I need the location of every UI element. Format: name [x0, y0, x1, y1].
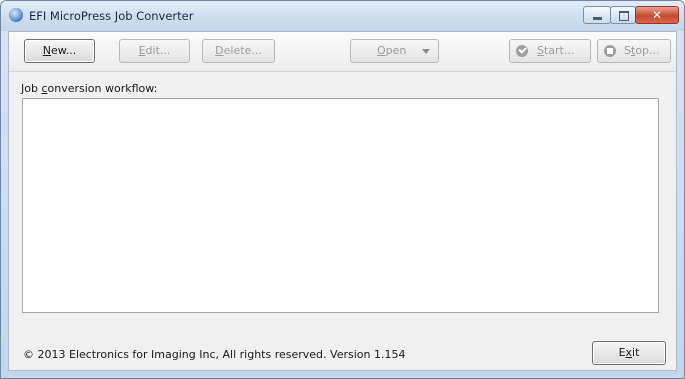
delete-label: elete... — [223, 44, 262, 57]
exit-label-start: E — [618, 346, 626, 359]
new-label: ew... — [50, 44, 77, 57]
delete-label-mnemonic: D — [215, 44, 224, 57]
open-label: pen — [385, 44, 407, 57]
stop-label: op... — [635, 44, 660, 57]
workflow-label-start: Job — [21, 82, 42, 95]
minimize-icon — [593, 17, 602, 20]
workflow-label: Job conversion workflow: — [21, 82, 157, 95]
edit-label: dit... — [145, 44, 171, 57]
edit-button[interactable]: Edit... — [119, 39, 190, 63]
maximize-icon — [619, 11, 629, 21]
new-label-mnemonic: N — [42, 44, 51, 57]
edit-label-mnemonic: E — [138, 44, 146, 57]
exit-label: it — [632, 346, 640, 359]
start-label-mnemonic: S — [537, 44, 544, 57]
open-dropdown-button[interactable]: Open — [350, 39, 439, 63]
app-globe-icon — [9, 8, 23, 22]
start-label: tart... — [543, 44, 575, 57]
stop-label-start: S — [624, 44, 631, 57]
delete-button[interactable]: Delete... — [202, 39, 275, 63]
title-bar[interactable]: EFI MicroPress Job Converter ✕ — [1, 1, 684, 31]
new-button[interactable]: New... — [24, 39, 95, 63]
minimize-button[interactable] — [583, 6, 611, 24]
chevron-down-icon — [422, 49, 430, 54]
close-button[interactable]: ✕ — [635, 6, 679, 24]
toolbar: New... Edit... Delete... Open Start... S… — [9, 32, 676, 72]
app-window: EFI MicroPress Job Converter ✕ New... Ed… — [0, 0, 685, 379]
workflow-label-text: onversion workflow: — [47, 82, 158, 95]
client-area: New... Edit... Delete... Open Start... S… — [8, 31, 677, 371]
close-icon: ✕ — [651, 8, 663, 22]
maximize-button[interactable] — [610, 6, 636, 24]
copyright-text: © 2013 Electronics for Imaging Inc, All … — [23, 348, 406, 361]
stop-circle-icon — [604, 45, 616, 57]
check-circle-icon — [516, 45, 528, 57]
start-button[interactable]: Start... — [509, 39, 591, 63]
open-label-mnemonic: O — [377, 44, 386, 57]
workflow-list[interactable] — [22, 98, 659, 313]
window-title: EFI MicroPress Job Converter — [29, 9, 194, 23]
exit-button[interactable]: Exit — [592, 341, 666, 365]
stop-button[interactable]: Stop... — [597, 39, 671, 63]
